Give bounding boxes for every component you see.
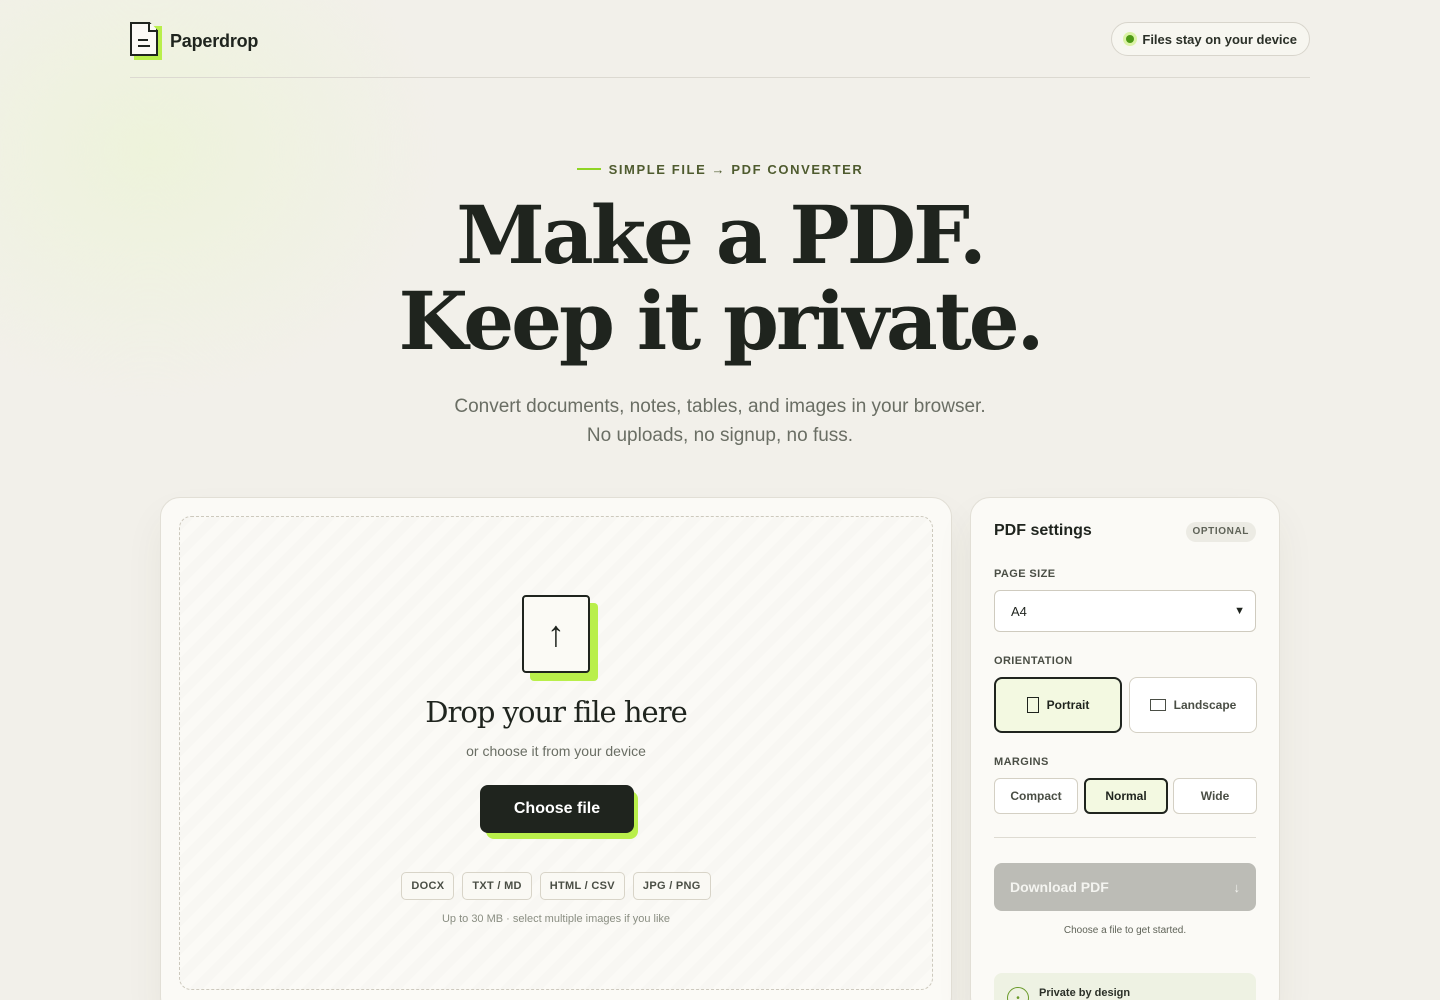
status-dot-icon — [1126, 35, 1135, 43]
settings-title: PDF settings — [994, 522, 1092, 539]
dropzone-subtitle: or choose it from your device — [466, 743, 646, 759]
private-by-design-note: • Private by design — [994, 973, 1256, 1000]
orientation-label: ORIENTATION — [994, 655, 1073, 667]
pdf-settings-panel: PDF settings OPTIONAL PAGE SIZE A4 ▼ ORI… — [970, 497, 1280, 1000]
choose-file-wrapper: Choose file — [480, 785, 638, 839]
margin-compact-button[interactable]: Compact — [994, 778, 1078, 814]
hero-eyebrow-text: SIMPLE FILE → PDF CONVERTER — [608, 162, 864, 177]
eyebrow-accent-line — [576, 167, 601, 170]
headline-line-2: Keep it private. — [398, 274, 1044, 368]
page-size-label: PAGE SIZE — [994, 568, 1056, 580]
brand-name: Paperdrop — [170, 30, 259, 51]
format-tag: JPG / PNG — [632, 872, 711, 900]
hero-headline: Make a PDF. Keep it private. — [0, 192, 1440, 364]
upload-arrow-icon: ↑ — [522, 595, 598, 681]
brand-logo[interactable]: Paperdrop — [130, 22, 258, 60]
format-tag: DOCX — [401, 872, 455, 900]
choose-file-button[interactable]: Choose file — [480, 785, 634, 833]
orientation-landscape-button[interactable]: Landscape — [1129, 677, 1257, 733]
portrait-page-icon — [1026, 697, 1039, 713]
privacy-status-badge: Files stay on your device — [1111, 22, 1310, 56]
format-tag: HTML / CSV — [539, 872, 625, 900]
orientation-landscape-label: Landscape — [1173, 698, 1237, 712]
chevron-down-icon: ▼ — [1234, 605, 1245, 617]
orientation-portrait-label: Portrait — [1046, 698, 1090, 712]
hero-subhead: Convert documents, notes, tables, and im… — [454, 396, 986, 446]
file-dropzone[interactable]: ↑ Drop your file here or choose it from … — [179, 516, 933, 990]
landscape-page-icon — [1149, 699, 1166, 711]
upload-card: ↑ Drop your file here or choose it from … — [160, 497, 952, 1000]
orientation-portrait-button[interactable]: Portrait — [994, 677, 1122, 733]
optional-badge: OPTIONAL — [1185, 522, 1256, 542]
margin-normal-button[interactable]: Normal — [1084, 778, 1168, 814]
download-arrow-icon: ↓ — [1233, 879, 1241, 895]
format-tag: TXT / MD — [462, 872, 532, 900]
page-size-select[interactable]: A4 ▼ — [994, 590, 1256, 632]
hero-eyebrow: SIMPLE FILE → PDF CONVERTER — [0, 162, 1440, 177]
document-icon — [130, 22, 164, 60]
dropzone-title: Drop your file here — [425, 695, 687, 729]
shield-icon: • — [1007, 987, 1029, 1000]
headline-line-1: Make a PDF. — [456, 188, 986, 282]
settings-divider — [994, 837, 1256, 838]
supported-formats: DOCX TXT / MD HTML / CSV JPG / PNG — [180, 872, 932, 900]
margin-wide-button[interactable]: Wide — [1173, 778, 1257, 814]
download-pdf-label: Download PDF — [1010, 879, 1109, 895]
margins-label: MARGINS — [994, 756, 1049, 768]
privacy-status-label: Files stay on your device — [1142, 31, 1297, 47]
file-limit-note: Up to 30 MB · select multiple images if … — [441, 913, 671, 925]
download-hint: Choose a file to get started. — [1063, 925, 1187, 936]
page-size-value: A4 — [1011, 603, 1027, 619]
top-bar: Paperdrop Files stay on your device — [130, 0, 1310, 78]
private-note-title: Private by design — [1039, 987, 1131, 999]
download-pdf-button[interactable]: Download PDF ↓ — [994, 863, 1256, 911]
